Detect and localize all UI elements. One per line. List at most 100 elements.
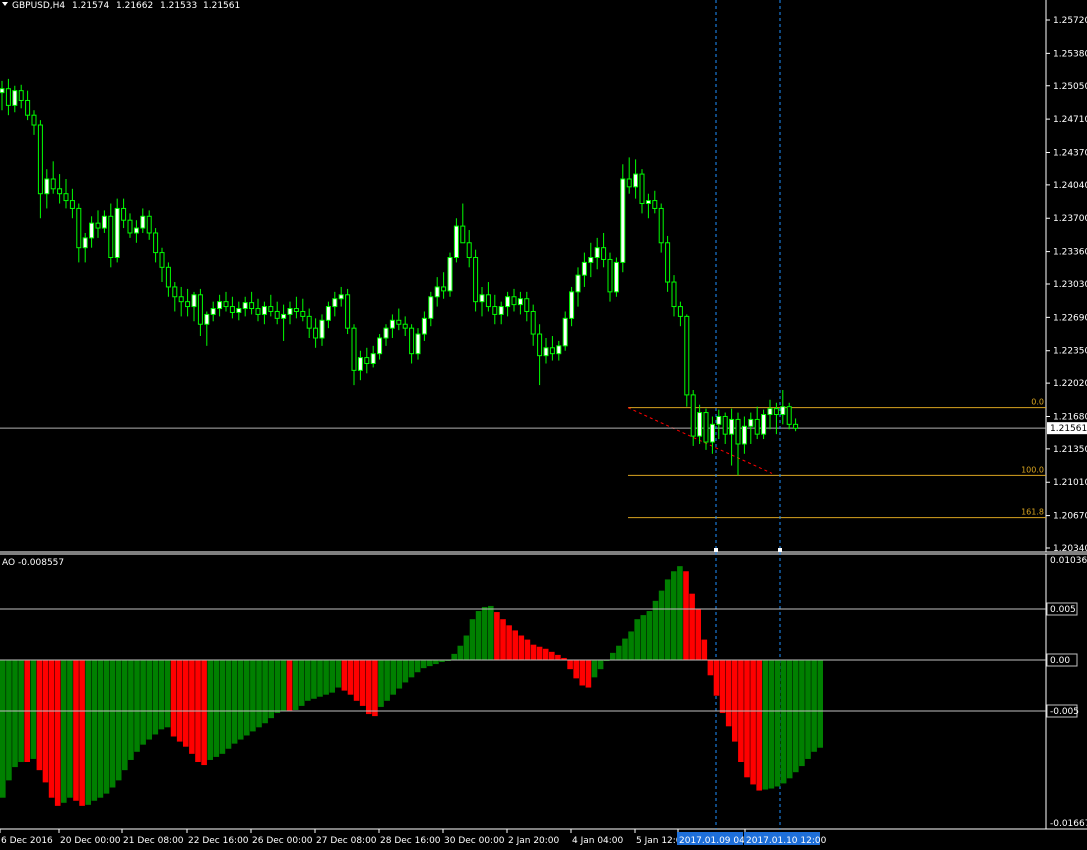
candle-body xyxy=(703,412,709,443)
fibo-level-label: 161.8 xyxy=(1021,508,1044,517)
ao-bar xyxy=(353,660,360,701)
candle-body xyxy=(89,222,95,239)
ao-bar xyxy=(585,660,592,688)
ao-bar xyxy=(555,654,561,660)
candle-body xyxy=(153,232,159,254)
candle-body xyxy=(204,313,210,325)
candle-body xyxy=(313,327,319,339)
ao-bar xyxy=(597,660,604,670)
candle-body xyxy=(741,425,747,445)
ao-bar xyxy=(799,660,805,767)
ao-bar xyxy=(579,660,586,686)
price-tick-label: 1.24710 xyxy=(1053,115,1087,125)
ao-bar xyxy=(610,652,616,660)
ao-bar xyxy=(689,593,695,660)
ao-axis-label: -0.005 xyxy=(1050,707,1079,717)
vertical-line-handle[interactable] xyxy=(714,548,718,552)
candle-body xyxy=(76,207,82,249)
candle-body xyxy=(396,319,402,325)
vertical-line-handle[interactable] xyxy=(778,548,782,552)
ao-bar xyxy=(378,660,384,707)
ao-bar xyxy=(793,660,799,773)
candle-body xyxy=(191,294,197,308)
trading-chart[interactable]: GBPUSD,H4 1.21574 1.21662 1.21533 1.2156… xyxy=(0,0,1087,850)
candle-body xyxy=(82,237,88,249)
candle-body xyxy=(287,308,293,315)
candle-body xyxy=(453,225,459,259)
candle-body xyxy=(421,317,427,335)
candle-body xyxy=(441,286,447,292)
ao-bar xyxy=(12,660,18,768)
ao-bar xyxy=(518,635,525,660)
ao-bar xyxy=(427,660,433,667)
candle-body xyxy=(261,306,267,315)
ao-bar xyxy=(707,660,714,676)
ao-axis-label: 0.005 xyxy=(1050,605,1076,615)
candle-body xyxy=(607,258,613,293)
candle-body xyxy=(505,296,511,308)
price-tick-label: 1.24370 xyxy=(1053,148,1087,158)
candle-body xyxy=(492,306,498,315)
candle-body xyxy=(729,418,735,435)
ao-bar xyxy=(366,660,372,715)
price-tick-label: 1.23700 xyxy=(1053,214,1087,224)
candle-body xyxy=(473,257,479,303)
ao-bar xyxy=(640,615,647,660)
candle-body xyxy=(108,215,114,259)
candle-body xyxy=(5,88,11,106)
candle-body xyxy=(325,306,331,321)
price-tick-label: 1.22020 xyxy=(1053,379,1087,389)
candle-body xyxy=(159,252,165,268)
ao-bar xyxy=(750,660,756,785)
candle-body xyxy=(639,173,645,205)
candle-body xyxy=(319,319,325,339)
candle-body xyxy=(332,298,338,308)
candle-body xyxy=(415,333,421,355)
ao-bar xyxy=(183,660,189,747)
price-tick-label: 1.22350 xyxy=(1053,347,1087,357)
open-value: 1.21574 xyxy=(72,1,109,11)
ao-axis-label: -0.01667 xyxy=(1050,819,1087,829)
ao-bar xyxy=(591,660,598,678)
ao-bar xyxy=(201,660,207,766)
candle-body xyxy=(63,193,69,202)
time-tick-label: 26 Dec 00:00 xyxy=(252,836,313,846)
ao-bar xyxy=(719,660,726,714)
ao-bar xyxy=(256,660,262,728)
candle-body xyxy=(281,313,287,319)
candle-body xyxy=(722,415,728,435)
candle-body xyxy=(0,88,5,94)
ao-bar xyxy=(305,660,311,701)
price-tick-label: 1.23030 xyxy=(1053,280,1087,290)
candle-body xyxy=(178,296,184,303)
candle-body xyxy=(594,247,600,259)
candle-body xyxy=(780,406,786,416)
candle-body xyxy=(447,257,453,292)
time-tick-label: 2017.01.09 04: xyxy=(679,836,748,846)
candle-body xyxy=(684,315,690,396)
candle-body xyxy=(300,310,306,317)
candle-body xyxy=(44,178,50,195)
candle-body xyxy=(537,333,543,357)
ao-bar xyxy=(97,660,104,798)
ao-bar xyxy=(231,660,238,744)
time-tick-label: 4 Jan 04:00 xyxy=(572,836,624,846)
ao-bar xyxy=(140,660,146,745)
candle-body xyxy=(460,225,466,244)
ao-bar xyxy=(152,660,159,735)
candle-body xyxy=(389,319,395,329)
time-tick-label: 22 Dec 16:00 xyxy=(188,836,249,846)
ao-bar xyxy=(774,660,781,787)
candle-body xyxy=(511,296,517,306)
ao-bar xyxy=(414,660,421,673)
ao-bar xyxy=(457,645,464,660)
candle-body xyxy=(357,357,363,371)
ao-bar xyxy=(786,660,793,779)
ao-bar xyxy=(567,660,573,670)
price-tick-label: 1.25050 xyxy=(1053,82,1087,92)
ao-bar xyxy=(134,660,140,752)
candle-body xyxy=(517,298,523,306)
candle-body xyxy=(364,357,370,364)
candle-body xyxy=(690,394,696,437)
ao-bar xyxy=(91,660,98,801)
